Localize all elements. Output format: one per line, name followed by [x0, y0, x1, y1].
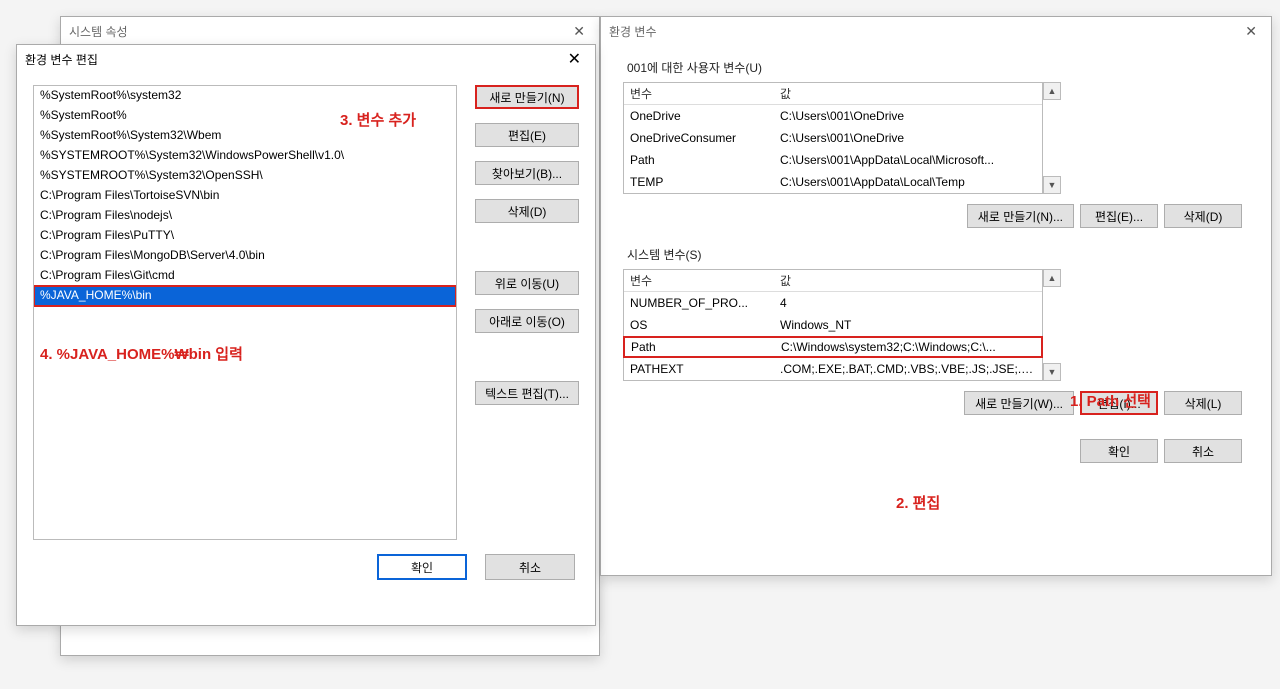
table-row[interactable]: OneDriveConsumer C:\Users\001\OneDrive — [624, 127, 1042, 149]
path-list-item[interactable]: C:\Program Files\nodejs\ — [34, 206, 456, 226]
path-list-item[interactable]: %SYSTEMROOT%\System32\WindowsPowerShell\… — [34, 146, 456, 166]
edit-env-var-dialog: 환경 변수 편집 ✕ %SystemRoot%\system32%SystemR… — [16, 44, 596, 626]
path-list-item[interactable]: %JAVA_HOME%\bin — [34, 286, 456, 306]
move-up-button[interactable]: 위로 이동(U) — [475, 271, 579, 295]
table-row[interactable]: PATHEXT .COM;.EXE;.BAT;.CMD;.VBS;.VBE;.J… — [624, 358, 1042, 380]
cancel-button[interactable]: 취소 — [485, 554, 575, 580]
user-vars-group-label: 001에 대한 사용자 변수(U) — [627, 59, 1249, 76]
table-row[interactable]: NUMBER_OF_PRO... 4 — [624, 292, 1042, 314]
sys-vars-table[interactable]: 변수 값 NUMBER_OF_PRO... 4 OS Windows_NT Pa… — [623, 269, 1043, 381]
titlebar: 환경 변수 편집 ✕ — [17, 45, 595, 73]
cancel-button[interactable]: 취소 — [1164, 439, 1242, 463]
text-edit-button[interactable]: 텍스트 편집(T)... — [475, 381, 579, 405]
scroll-up-icon[interactable]: ▲ — [1043, 269, 1061, 287]
annotation-2: 2. 편집 — [896, 492, 940, 513]
path-list-item[interactable]: C:\Program Files\PuTTY\ — [34, 226, 456, 246]
delete-path-button[interactable]: 삭제(D) — [475, 199, 579, 223]
edit-user-var-button[interactable]: 편집(E)... — [1080, 204, 1158, 228]
move-down-button[interactable]: 아래로 이동(O) — [475, 309, 579, 333]
path-list-item[interactable]: %SystemRoot%\system32 — [34, 86, 456, 106]
col-header-val: 값 — [780, 272, 1036, 289]
edit-path-button[interactable]: 편집(E) — [475, 123, 579, 147]
delete-user-var-button[interactable]: 삭제(D) — [1164, 204, 1242, 228]
annotation-4: 4. %JAVA_HOME%₩bin 입력 — [40, 343, 243, 364]
browse-button[interactable]: 찾아보기(B)... — [475, 161, 579, 185]
dialog-title: 환경 변수 편집 — [25, 51, 98, 68]
ok-button[interactable]: 확인 — [1080, 439, 1158, 463]
table-row[interactable]: OS Windows_NT — [624, 314, 1042, 336]
new-path-button[interactable]: 새로 만들기(N) — [475, 85, 579, 109]
close-icon[interactable]: ✕ — [1239, 23, 1263, 40]
scroll-down-icon[interactable]: ▼ — [1043, 363, 1061, 381]
table-row[interactable]: TEMP C:\Users\001\AppData\Local\Temp — [624, 171, 1042, 193]
titlebar: 시스템 속성 ✕ — [61, 17, 599, 45]
table-header: 변수 값 — [624, 270, 1042, 292]
annotation-1: 1. Path 선택 — [1070, 390, 1151, 411]
table-row[interactable]: Path C:\Users\001\AppData\Local\Microsof… — [624, 149, 1042, 171]
path-list-item[interactable]: %SYSTEMROOT%\System32\OpenSSH\ — [34, 166, 456, 186]
delete-sys-var-button[interactable]: 삭제(L) — [1164, 391, 1242, 415]
titlebar: 환경 변수 ✕ — [601, 17, 1271, 45]
close-icon[interactable]: ✕ — [562, 49, 587, 69]
ok-button[interactable]: 확인 — [377, 554, 467, 580]
path-list-item[interactable]: C:\Program Files\MongoDB\Server\4.0\bin — [34, 246, 456, 266]
close-icon[interactable]: ✕ — [567, 23, 591, 40]
col-header-var: 변수 — [630, 85, 780, 102]
dialog-title: 환경 변수 — [609, 23, 657, 40]
scroll-down-icon[interactable]: ▼ — [1043, 176, 1061, 194]
scroll-up-icon[interactable]: ▲ — [1043, 82, 1061, 100]
table-row-path[interactable]: Path C:\Windows\system32;C:\Windows;C:\.… — [623, 336, 1043, 358]
new-sys-var-button[interactable]: 새로 만들기(W)... — [964, 391, 1074, 415]
path-list-item[interactable]: C:\Program Files\Git\cmd — [34, 266, 456, 286]
col-header-val: 값 — [780, 85, 1036, 102]
path-list[interactable]: %SystemRoot%\system32%SystemRoot%%System… — [33, 85, 457, 540]
sys-vars-group-label: 시스템 변수(S) — [627, 246, 1249, 263]
dialog-title: 시스템 속성 — [69, 23, 128, 40]
annotation-3: 3. 변수 추가 — [340, 109, 416, 130]
path-list-item[interactable]: C:\Program Files\TortoiseSVN\bin — [34, 186, 456, 206]
table-header: 변수 값 — [624, 83, 1042, 105]
col-header-var: 변수 — [630, 272, 780, 289]
new-user-var-button[interactable]: 새로 만들기(N)... — [967, 204, 1074, 228]
user-vars-table[interactable]: 변수 값 OneDrive C:\Users\001\OneDrive OneD… — [623, 82, 1043, 194]
table-row[interactable]: OneDrive C:\Users\001\OneDrive — [624, 105, 1042, 127]
